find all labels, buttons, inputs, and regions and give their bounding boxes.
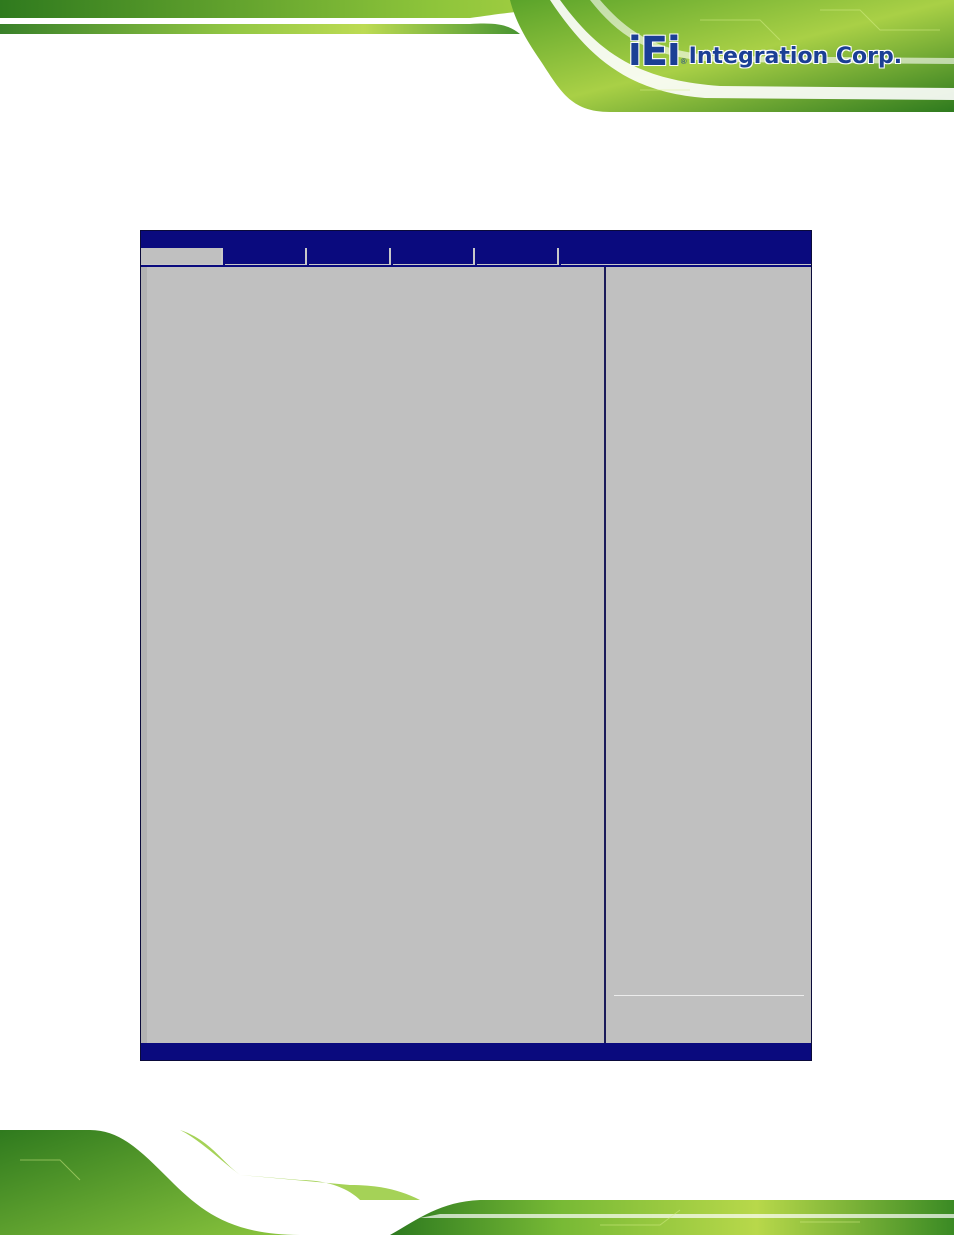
tab-5[interactable]: [477, 248, 559, 265]
logo-mark: iEi: [628, 29, 681, 75]
footer-banner: [0, 1130, 954, 1235]
bios-statusbar: [141, 1043, 811, 1060]
bios-screen: [140, 230, 812, 1061]
registered-mark-icon: ®: [680, 57, 687, 66]
help-divider: [614, 995, 804, 996]
logo-text: Integration Corp.: [688, 44, 903, 69]
bios-tabbar: [141, 248, 811, 267]
bios-title: [141, 231, 811, 249]
tab-2[interactable]: [225, 248, 307, 265]
tab-4[interactable]: [393, 248, 475, 265]
bios-help-pane: [604, 267, 811, 1043]
bios-main-pane[interactable]: [141, 267, 604, 1043]
company-logo: iEi ® Integration Corp.: [628, 28, 928, 72]
footer-decoration: [0, 1130, 954, 1235]
tab-3[interactable]: [309, 248, 391, 265]
tabbar-divider: [561, 264, 811, 265]
tab-1[interactable]: [141, 248, 223, 265]
